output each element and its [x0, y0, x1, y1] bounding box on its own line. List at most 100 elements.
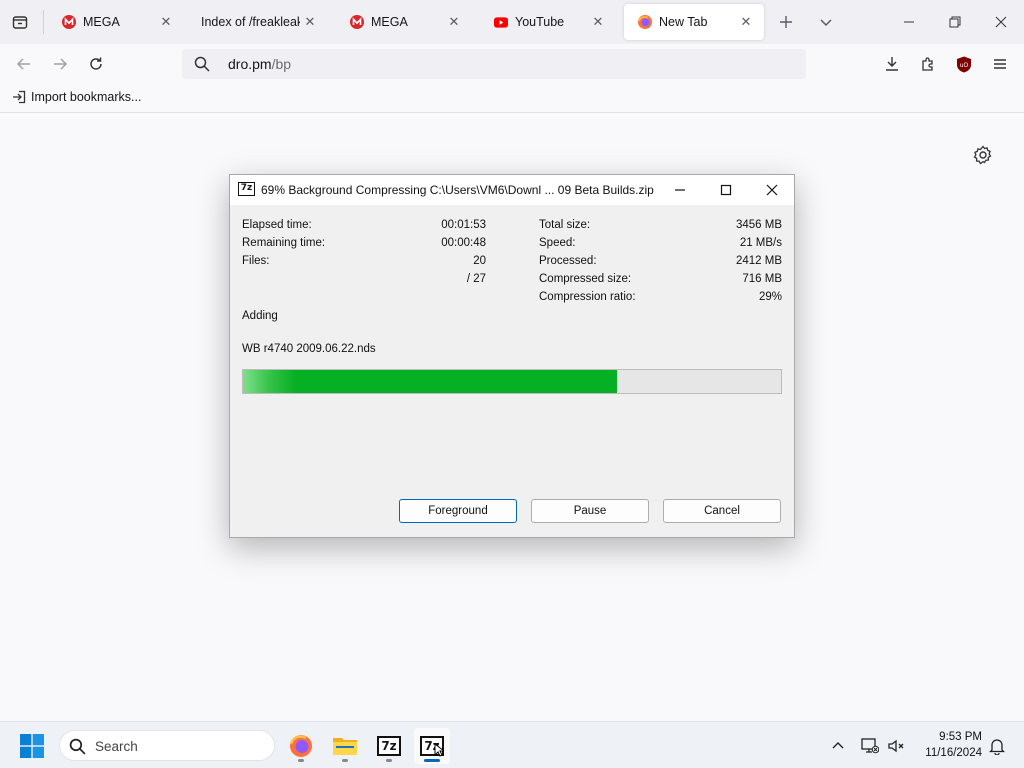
import-icon: [13, 90, 26, 104]
gear-icon[interactable]: [972, 144, 994, 166]
tab-index-freakleak[interactable]: Index of /freakleak/Al ✕: [192, 4, 328, 40]
clock-time: 9:53 PM: [939, 731, 982, 743]
tab-close-icon[interactable]: ✕: [588, 12, 608, 32]
url-path: /bp: [271, 56, 292, 72]
foreground-button[interactable]: Foreground: [399, 499, 517, 523]
back-button[interactable]: [10, 50, 38, 78]
taskbar-search-box[interactable]: Search: [59, 730, 275, 761]
7zip-icon: 7z: [377, 736, 401, 756]
7zip-icon: 7z: [238, 182, 255, 196]
tab-separator: [43, 10, 44, 34]
compression-progress-dialog: 7z 69% Background Compressing C:\Users\V…: [229, 174, 795, 538]
cancel-button[interactable]: Cancel: [663, 499, 781, 523]
running-indicator: [386, 759, 392, 762]
tab-new-tab[interactable]: New Tab ✕: [624, 4, 764, 40]
volume-button[interactable]: [884, 734, 908, 758]
restore-icon: [949, 16, 961, 28]
file-explorer-icon: [333, 738, 357, 755]
dialog-maximize-button[interactable]: [704, 175, 748, 205]
hamburger-menu-icon: [994, 59, 1006, 69]
maximize-icon: [720, 184, 732, 196]
tab-list-button[interactable]: [6, 8, 34, 36]
search-icon: [194, 56, 210, 72]
total-size-value: 3456 MB: [735, 219, 782, 231]
ublock-origin-icon: uO: [957, 56, 971, 72]
taskbar-file-explorer[interactable]: [327, 728, 363, 764]
forward-button[interactable]: [46, 50, 74, 78]
files-value: 20: [473, 255, 486, 267]
dialog-title: 69% Background Compressing C:\Users\VM6\…: [261, 183, 654, 197]
reload-button[interactable]: [82, 50, 110, 78]
url-host: dro.pm: [228, 56, 272, 72]
tab-close-icon[interactable]: ✕: [736, 12, 756, 32]
downloads-button[interactable]: [878, 50, 906, 78]
url-text[interactable]: dro.pm/bp: [228, 56, 291, 72]
remaining-time-label: Remaining time:: [242, 237, 326, 249]
reload-icon: [90, 57, 102, 70]
speaker-muted-icon: [888, 739, 904, 753]
compression-ratio-value: 29%: [758, 291, 782, 303]
bookmarks-toolbar: Import bookmarks...: [0, 84, 1024, 113]
tab-mega-2[interactable]: MEGA ✕: [336, 4, 472, 40]
tab-label: MEGA: [83, 15, 120, 29]
close-window-button[interactable]: [978, 0, 1024, 44]
dialog-minimize-button[interactable]: [658, 175, 702, 205]
tab-label: YouTube: [515, 15, 565, 29]
processed-value: 2412 MB: [735, 255, 782, 267]
minimize-icon: [904, 21, 914, 23]
tab-strip: MEGA ✕ Index of /freakleak/Al ✕ MEGA ✕ Y…: [0, 0, 1024, 44]
tab-list-icon: [12, 16, 28, 29]
elapsed-time-value: 00:01:53: [441, 219, 486, 231]
files-label: Files:: [242, 255, 270, 267]
windows-start-icon[interactable]: [20, 734, 44, 758]
notifications-button[interactable]: [985, 734, 1009, 758]
compression-ratio-label: Compression ratio:: [539, 291, 636, 303]
show-hidden-icons-button[interactable]: [826, 734, 850, 758]
import-bookmarks-button[interactable]: Import bookmarks...: [12, 90, 141, 104]
restore-button[interactable]: [932, 0, 978, 44]
search-icon: [69, 738, 86, 755]
operation-status: Adding: [242, 310, 278, 322]
running-indicator: [298, 759, 304, 762]
speed-value: 21 MB/s: [739, 237, 782, 249]
progress-bar-fill: [243, 370, 617, 393]
dialog-close-button[interactable]: [750, 175, 794, 205]
list-all-tabs-button[interactable]: [812, 8, 840, 36]
tab-close-icon[interactable]: ✕: [156, 12, 176, 32]
progress-bar: [242, 369, 782, 394]
system-clock[interactable]: 9:53 PM 11/16/2024: [914, 729, 982, 761]
chevron-down-icon: [820, 19, 832, 27]
current-file-name: WB r4740 2009.06.22.nds: [242, 343, 376, 355]
minimize-button[interactable]: [886, 0, 932, 44]
app-menu-button[interactable]: [986, 50, 1014, 78]
tab-mega-1[interactable]: MEGA ✕: [48, 4, 184, 40]
firefox-icon: [638, 15, 652, 29]
taskbar-firefox[interactable]: [283, 728, 319, 764]
firefox-icon: [289, 735, 312, 757]
plus-icon: [780, 16, 792, 28]
pause-button[interactable]: Pause: [531, 499, 649, 523]
remaining-time-value: 00:00:48: [441, 237, 486, 249]
tab-close-icon[interactable]: ✕: [300, 12, 320, 32]
taskbar-7zip-progress[interactable]: 7z: [414, 728, 450, 764]
total-size-label: Total size:: [539, 219, 591, 231]
ublock-origin-button[interactable]: uO: [950, 50, 978, 78]
extensions-button[interactable]: [914, 50, 942, 78]
tab-close-icon[interactable]: ✕: [444, 12, 464, 32]
dialog-title-bar[interactable]: 7z 69% Background Compressing C:\Users\V…: [230, 175, 794, 205]
new-tab-button[interactable]: [772, 8, 800, 36]
processed-label: Processed:: [539, 255, 597, 267]
tab-label: Index of /freakleak/Al: [201, 15, 300, 29]
tab-youtube[interactable]: YouTube ✕: [480, 4, 616, 40]
running-indicator: [424, 759, 440, 762]
network-status-button[interactable]: [858, 734, 882, 758]
search-placeholder: Search: [95, 739, 138, 754]
compressed-size-label: Compressed size:: [539, 273, 632, 285]
download-icon: [886, 57, 898, 71]
arrow-right-icon: [54, 58, 68, 70]
taskbar-7zip[interactable]: 7z: [371, 728, 407, 764]
mouse-cursor-icon: [434, 743, 444, 757]
svg-text:uO: uO: [960, 62, 969, 69]
mega-icon: [350, 15, 364, 29]
url-bar[interactable]: dro.pm/bp: [182, 49, 806, 79]
